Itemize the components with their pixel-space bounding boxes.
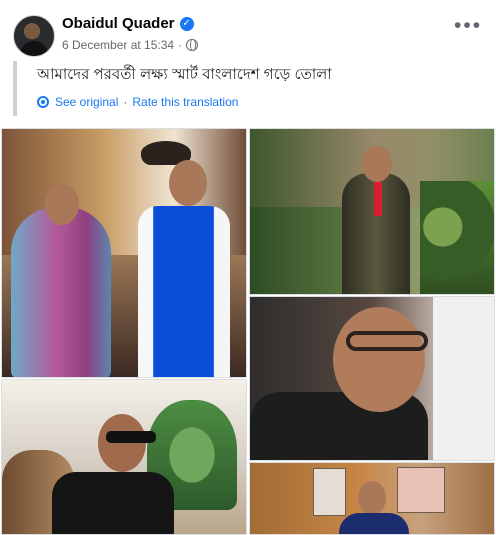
photo-5-person-vest: [339, 513, 409, 534]
see-original-link[interactable]: See original: [55, 95, 118, 109]
verified-check-icon: ✓: [179, 16, 194, 31]
photo-4-face: [98, 414, 146, 472]
globe-icon: [186, 39, 199, 51]
photo-2-face: [362, 146, 392, 182]
rate-translation-link[interactable]: Rate this translation: [132, 95, 238, 109]
photo-1-right-face: [169, 160, 207, 206]
gear-icon[interactable]: [37, 96, 49, 108]
photo-3-face: [333, 307, 425, 412]
more-options-icon[interactable]: •••: [454, 15, 482, 36]
photo-3[interactable]: [249, 296, 495, 461]
translation-controls: See original · Rate this translation: [37, 95, 238, 109]
photo-1-left-face: [45, 184, 79, 225]
photo-1-left-person-dress: [11, 207, 111, 377]
author-name[interactable]: Obaidul Quader: [62, 15, 175, 32]
photo-4-sunglasses: [106, 431, 156, 443]
photo-2-plants: [420, 181, 494, 294]
photo-4-person-suit: [52, 472, 174, 534]
photo-1-right-person-vest: [138, 206, 230, 377]
photo-5-portrait-right: [397, 467, 445, 513]
photo-5-portrait-left: [313, 468, 346, 516]
photo-5[interactable]: [249, 462, 495, 535]
photo-3-certificate: [432, 297, 494, 460]
author-name-row: Obaidul Quader ✓: [62, 15, 194, 32]
photo-2[interactable]: [249, 128, 495, 295]
post-date[interactable]: 6 December at 15:34: [62, 38, 174, 52]
translation-separator: ·: [123, 95, 128, 109]
translated-post-text-box: আমাদের পরবর্তী লক্ষ্য স্মার্ট বাংলাদেশ গ…: [13, 61, 487, 116]
author-avatar[interactable]: [13, 15, 55, 57]
meta-separator: ·: [178, 38, 183, 52]
photo-2-red-tie: [374, 182, 382, 216]
post-header: Obaidul Quader ✓ 6 December at 15:34 · •…: [0, 0, 496, 57]
post-meta: 6 December at 15:34 ·: [62, 38, 199, 52]
photo-4[interactable]: [1, 379, 247, 535]
photo-3-glasses: [346, 331, 428, 351]
photo-1[interactable]: [1, 128, 247, 378]
post-text: আমাদের পরবর্তী লক্ষ্য স্মার্ট বাংলাদেশ গ…: [37, 66, 332, 83]
photo-5-face: [358, 481, 386, 515]
